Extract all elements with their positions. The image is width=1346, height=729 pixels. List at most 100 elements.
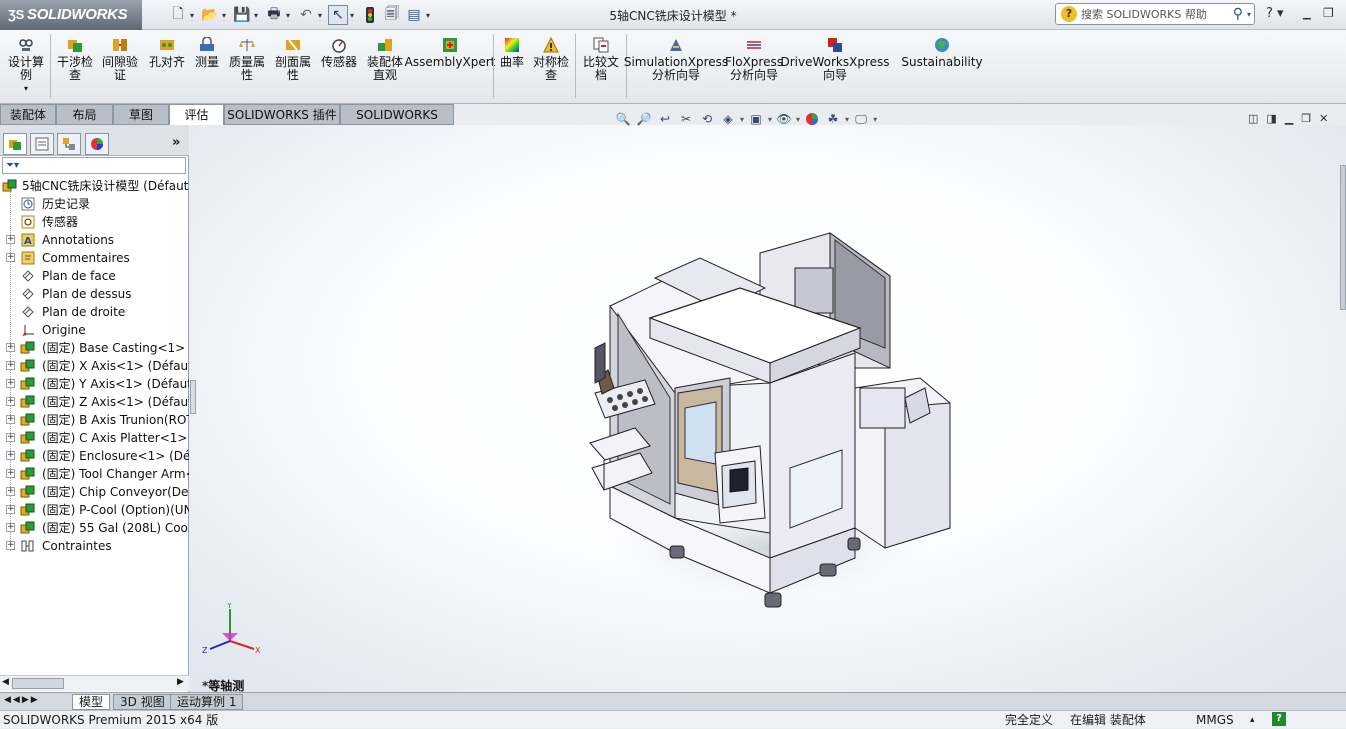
tree-item[interactable]: + (固定) Enclosure<1> (Défa <box>0 447 189 465</box>
tree-item[interactable]: + (固定) Chip Conveyor(Dep <box>0 483 189 501</box>
tree-item[interactable]: Plan de droite <box>0 303 189 321</box>
cnc-machine-model[interactable] <box>580 228 960 613</box>
tree-item[interactable]: Plan de face <box>0 267 189 285</box>
options-dropdown-icon[interactable]: ▾ <box>426 11 434 20</box>
tab-solidworks-addins[interactable]: SOLIDWORKS 插件 <box>224 104 340 125</box>
previous-view-icon[interactable]: ↩ <box>656 110 674 128</box>
solidworks-logo[interactable]: ƷS SOLIDWORKS <box>0 0 142 30</box>
select-pointer-icon[interactable]: ↖ <box>328 5 348 25</box>
tab-sketch[interactable]: 草图 <box>113 104 169 125</box>
expand-toggle-icon[interactable]: + <box>6 451 15 460</box>
scroll-left-icon[interactable]: ◀ <box>2 677 9 687</box>
hide-show-items-icon[interactable]: 👁 <box>775 110 793 128</box>
expand-toggle-icon[interactable]: + <box>6 379 15 388</box>
search-dropdown-icon[interactable]: ▾ <box>1247 10 1251 19</box>
display-style-dropdown-icon[interactable]: ▾ <box>768 115 772 124</box>
tree-item[interactable]: + (固定) 55 Gal (208L) Coola <box>0 519 189 537</box>
file-properties-icon[interactable]: 🗐 <box>382 5 402 25</box>
restore-window-icon[interactable]: ❐ <box>1323 6 1334 20</box>
expand-toggle-icon[interactable]: + <box>6 343 15 352</box>
expand-toggle-icon[interactable]: + <box>6 469 15 478</box>
configurationmanager-tab-icon[interactable] <box>57 133 81 155</box>
tree-filter-input[interactable]: ⏷▾ <box>2 157 186 174</box>
edit-appearance-icon[interactable] <box>803 110 821 128</box>
interference-detection-button[interactable]: 干涉检 查 <box>55 36 95 82</box>
view-orientation-dropdown-icon[interactable]: ▾ <box>740 115 744 124</box>
help-status-icon[interactable]: ? <box>1272 712 1286 726</box>
tab-solidworks-mbd[interactable]: SOLIDWORKS MBD <box>340 104 454 142</box>
apply-scene-dropdown-icon[interactable]: ▾ <box>845 115 849 124</box>
save-icon[interactable]: 💾 <box>232 5 252 25</box>
tab-scroll-arrows-icon[interactable]: ◀◀▶▶ <box>4 695 40 705</box>
expand-toggle-icon[interactable]: + <box>6 235 15 244</box>
tree-root-assembly[interactable]: 5轴CNC铣床设计模型 (Défaut <box>0 177 189 195</box>
tree-item[interactable]: + (固定) P-Cool (Option)(UN <box>0 501 189 519</box>
search-icon[interactable]: ⚲ <box>1233 6 1243 22</box>
unit-system-label[interactable]: MMGS <box>1196 711 1234 729</box>
simulationxpress-button[interactable]: SimulationXpress 分析向导 <box>624 36 728 82</box>
viewport-single-view-icon[interactable]: ◫ <box>1248 112 1258 125</box>
driveworksxpress-button[interactable]: DriveWorksXpress 向导 <box>780 36 890 82</box>
select-dropdown-icon[interactable]: ▾ <box>350 11 358 20</box>
view-settings-icon[interactable]: 🖵 <box>852 110 870 128</box>
display-style-icon[interactable]: ▣ <box>747 110 765 128</box>
section-view-icon[interactable]: ✂ <box>677 110 695 128</box>
print-icon[interactable]: 🖶 <box>264 5 284 25</box>
open-folder-icon[interactable]: 📂 <box>200 5 220 25</box>
help-menu-icon[interactable]: ? ▾ <box>1266 6 1284 21</box>
expand-toggle-icon[interactable]: + <box>6 487 15 496</box>
tree-item[interactable]: + (固定) Base Casting<1> <box>0 339 189 357</box>
hide-show-dropdown-icon[interactable]: ▾ <box>796 115 800 124</box>
design-study-dropdown-icon[interactable]: ▾ <box>24 82 28 95</box>
expand-toggle-icon[interactable]: + <box>6 523 15 532</box>
expand-toggle-icon[interactable]: + <box>6 361 15 370</box>
new-dropdown-icon[interactable]: ▾ <box>190 11 198 20</box>
save-dropdown-icon[interactable]: ▾ <box>254 11 262 20</box>
panel-splitter-handle[interactable] <box>190 380 196 414</box>
viewport-minimize-icon[interactable]: ▁ <box>1285 112 1293 125</box>
assembly-visualization-button[interactable]: 装配体 直观 <box>364 36 406 82</box>
tree-item[interactable]: 传感器 <box>0 213 189 231</box>
apply-scene-icon[interactable]: ☘ <box>824 110 842 128</box>
tree-item[interactable]: + (固定) Y Axis<1> (Défaut< <box>0 375 189 393</box>
expand-toggle-icon[interactable]: + <box>6 505 15 514</box>
options-icon[interactable]: ▤ <box>404 5 424 25</box>
tab-assembly[interactable]: 装配体 <box>0 104 56 125</box>
hole-alignment-button[interactable]: 孔对齐 <box>146 36 188 69</box>
tree-item[interactable]: + (固定) B Axis Trunion(ROT <box>0 411 189 429</box>
viewport-restore-icon[interactable]: ❐ <box>1301 112 1311 125</box>
scroll-right-icon[interactable]: ▶ <box>177 677 184 687</box>
scroll-thumb[interactable] <box>12 678 64 689</box>
tree-horizontal-scrollbar[interactable]: ◀ ▶ <box>0 675 189 691</box>
tree-item[interactable]: + A Annotations <box>0 231 189 249</box>
curvature-button[interactable]: 曲率 <box>497 36 527 69</box>
print-dropdown-icon[interactable]: ▾ <box>286 11 294 20</box>
section-properties-button[interactable]: 剖面属 性 <box>273 36 313 82</box>
zoom-to-area-icon[interactable]: 🔎 <box>635 110 653 128</box>
open-dropdown-icon[interactable]: ▾ <box>222 11 230 20</box>
expand-toggle-icon[interactable]: + <box>6 415 15 424</box>
expand-toggle-icon[interactable]: + <box>6 433 15 442</box>
tree-item[interactable]: + (固定) C Axis Platter<1> ( <box>0 429 189 447</box>
task-pane-dock[interactable] <box>1340 165 1346 310</box>
undo-icon[interactable]: ↶ <box>296 5 316 25</box>
tree-item[interactable]: + (固定) Z Axis<1> (Défaut< <box>0 393 189 411</box>
sustainability-button[interactable]: Sustainability <box>901 36 983 69</box>
tab-layout[interactable]: 布局 <box>56 104 113 125</box>
panel-expand-chevron-icon[interactable]: » <box>172 135 180 150</box>
tree-item[interactable]: Plan de dessus <box>0 285 189 303</box>
display-manager-tab-icon[interactable] <box>85 133 109 155</box>
symmetry-check-button[interactable]: 对称检 查 <box>531 36 571 82</box>
tree-item[interactable]: + (固定) Tool Changer Arm< <box>0 465 189 483</box>
units-dropdown-icon[interactable]: ▴ <box>1250 711 1255 729</box>
viewport-close-icon[interactable]: ✕ <box>1319 112 1328 125</box>
expand-toggle-icon[interactable]: + <box>6 541 15 550</box>
floxpress-button[interactable]: FloXpress 分析向导 <box>725 36 783 82</box>
tree-item[interactable]: + (固定) X Axis<1> (Défaut< <box>0 357 189 375</box>
featuremanager-tab-icon[interactable] <box>3 133 27 155</box>
rebuild-traffic-light-icon[interactable] <box>360 5 380 25</box>
viewport-link-views-icon[interactable]: ◨ <box>1266 112 1276 125</box>
tab-model[interactable]: 模型 <box>72 694 111 710</box>
tree-item[interactable]: + Commentaires <box>0 249 189 267</box>
tree-item[interactable]: + Contraintes <box>0 537 189 555</box>
